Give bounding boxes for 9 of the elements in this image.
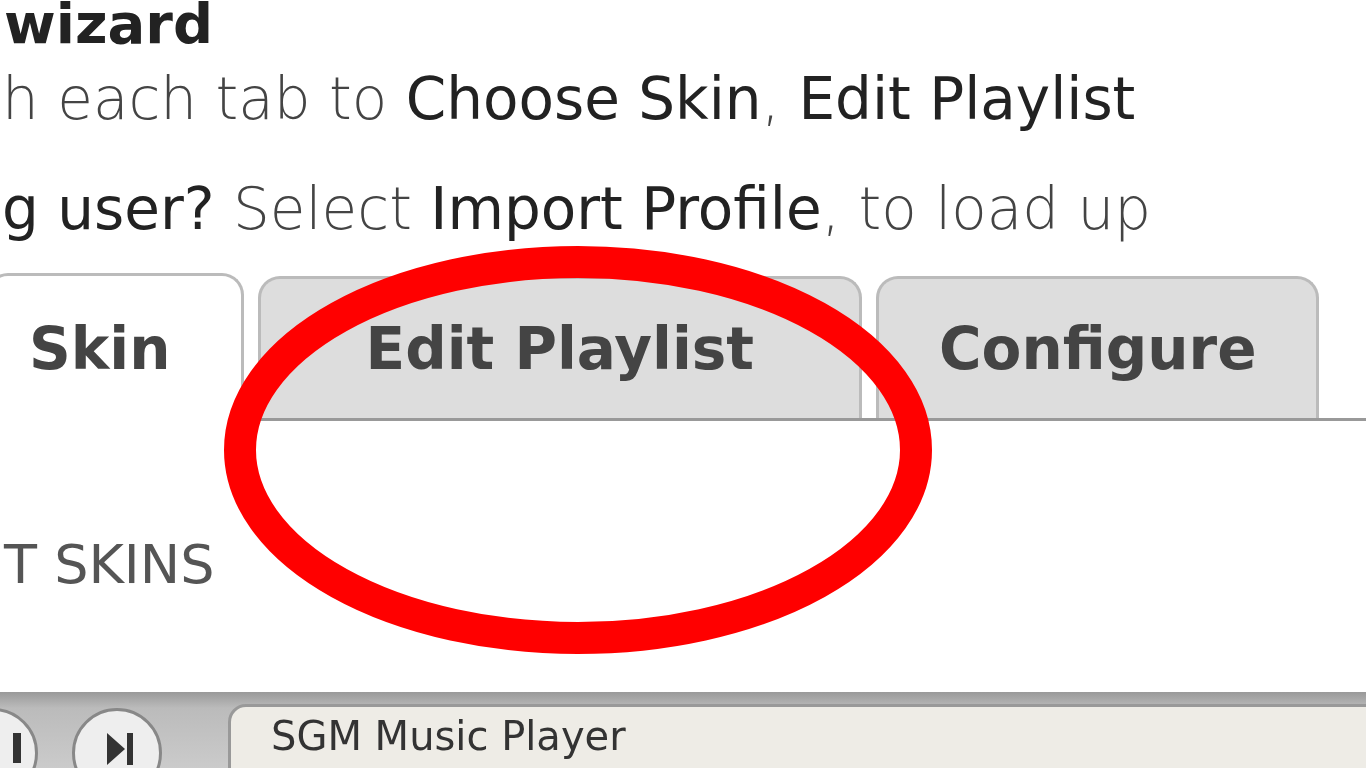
tab[interactable]: Configure (876, 276, 1320, 418)
section-title: T SKINS (4, 533, 215, 596)
page-heading: wizard (4, 0, 213, 54)
tab[interactable]: Skin (0, 273, 244, 421)
track-title-field: SGM Music Player (228, 704, 1366, 768)
intro-text: g user? Select Import Profile, to load up (2, 174, 1152, 245)
intro-text: h each tab to Choose Skin, Edit Playlist (2, 64, 1136, 135)
pause-icon (13, 733, 21, 763)
next-icon (107, 733, 133, 765)
